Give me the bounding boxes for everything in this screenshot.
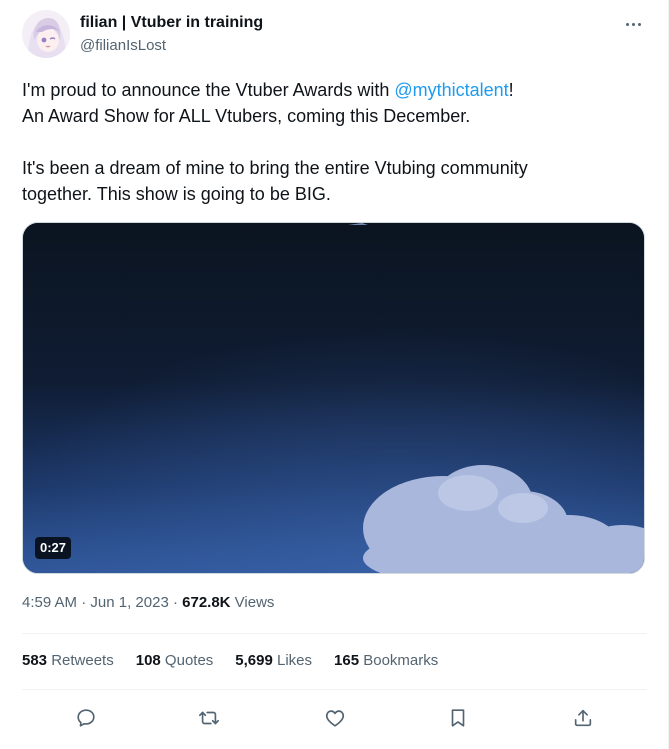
heart-icon xyxy=(325,710,345,727)
tweet-time[interactable]: 4:59 AM xyxy=(22,594,77,611)
retweets-stat[interactable]: 583 Retweets xyxy=(22,651,114,671)
share-icon xyxy=(574,709,592,727)
tweet-line-4: together. This show is going to be BIG. xyxy=(22,184,331,204)
likes-count: 5,699 xyxy=(235,652,273,669)
tweet-meta: 4:59 AM · Jun 1, 2023 · 672.8K Views xyxy=(22,593,274,613)
meta-separator: · xyxy=(168,594,183,611)
more-horizontal-icon xyxy=(625,22,629,26)
more-horizontal-icon-dot xyxy=(631,22,635,26)
more-button[interactable] xyxy=(620,14,646,34)
retweets-count: 583 xyxy=(22,652,48,669)
likes-label: Likes xyxy=(272,652,313,669)
more-horizontal-icon-dot xyxy=(637,22,641,26)
divider xyxy=(22,633,647,634)
reply-icon xyxy=(77,709,95,727)
bookmarks-stat[interactable]: 165 Bookmarks xyxy=(334,651,438,671)
retweets-label: Retweets xyxy=(47,652,114,669)
bookmarks-label: Bookmarks xyxy=(359,652,439,669)
bookmarks-count: 165 xyxy=(334,652,360,669)
tweet-stats: 583 Retweets 108 Quotes 5,699 Likes 165 … xyxy=(22,651,460,671)
retweet-icon xyxy=(199,711,219,725)
bookmark-icon xyxy=(451,709,465,727)
mention-link[interactable]: @mythictalent xyxy=(394,80,508,100)
author-display-name[interactable]: filian | Vtuber in training xyxy=(80,13,263,33)
avatar-image xyxy=(22,10,70,58)
video-duration-badge: 0:27 xyxy=(35,537,72,559)
meta-separator: · xyxy=(77,594,91,611)
quotes-count: 108 xyxy=(135,652,161,669)
share-button[interactable] xyxy=(569,704,597,732)
tweet-line-3: It's been a dream of mine to bring the e… xyxy=(22,158,528,178)
divider xyxy=(22,689,647,690)
like-button[interactable] xyxy=(321,704,349,732)
tweet-line-2: An Award Show for ALL Vtubers, coming th… xyxy=(22,106,471,126)
quotes-stat[interactable]: 108 Quotes xyxy=(136,651,214,671)
tweet-text: I'm proud to announce the Vtuber Awards … xyxy=(22,77,642,207)
video-player[interactable]: 0:27 xyxy=(22,222,645,574)
tweet: filian | Vtuber in training @filianIsLos… xyxy=(0,0,669,749)
video-thumbnail xyxy=(23,223,644,573)
likes-stat[interactable]: 5,699 Likes xyxy=(235,651,312,671)
author-block: filian | Vtuber in training @filianIsLos… xyxy=(80,13,263,56)
retweet-button[interactable] xyxy=(195,704,223,732)
tweet-line-1-end: ! xyxy=(508,80,514,100)
action-bar xyxy=(0,700,669,736)
tweet-line-1: I'm proud to announce the Vtuber Awards … xyxy=(22,77,642,103)
views-count: 672.8K xyxy=(182,594,231,611)
author-handle[interactable]: @filianIsLost xyxy=(80,36,263,56)
tweet-line-1-text: I'm proud to announce the Vtuber Awards … xyxy=(22,80,395,100)
reply-button[interactable] xyxy=(72,704,100,732)
avatar[interactable] xyxy=(22,10,70,58)
tweet-date[interactable]: Jun 1, 2023 xyxy=(90,594,168,611)
quotes-label: Quotes xyxy=(160,652,214,669)
views-label: Views xyxy=(230,594,275,611)
bookmark-button[interactable] xyxy=(444,704,472,732)
